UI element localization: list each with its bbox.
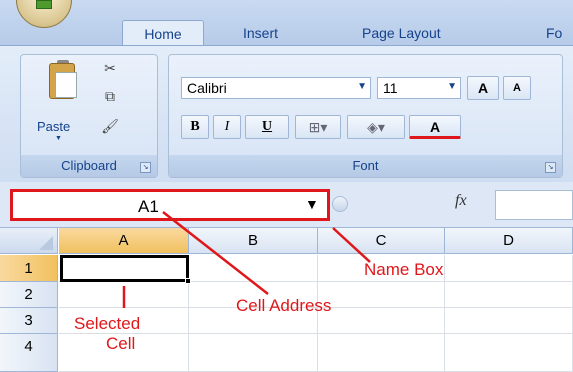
font-color-button[interactable]: A	[409, 115, 461, 139]
ribbon-body: Paste ▼ ✂ ⧉ 🖌 Clipboard ↘ Calibri ▼ 11 ▼…	[0, 45, 573, 182]
paste-dropdown-icon[interactable]: ▼	[55, 135, 62, 142]
font-size-value: 11	[383, 80, 398, 96]
font-group: Calibri ▼ 11 ▼ A A B I U ⊞▾ ◈▾ A Font ↘	[168, 54, 563, 178]
column-header-a[interactable]: A	[59, 228, 189, 254]
font-group-label: Font ↘	[169, 155, 562, 177]
borders-button[interactable]: ⊞▾	[295, 115, 341, 139]
copy-icon[interactable]: ⧉	[101, 87, 119, 105]
font-label: Font	[352, 158, 379, 173]
font-name-combo[interactable]: Calibri ▼	[181, 77, 371, 99]
chevron-down-icon[interactable]: ▼	[357, 81, 367, 92]
tab-insert[interactable]: Insert	[243, 20, 278, 46]
clipboard-label: Clipboard	[61, 158, 117, 173]
select-all-button[interactable]	[0, 228, 58, 254]
chevron-down-icon[interactable]: ▼	[305, 196, 319, 212]
underline-button[interactable]: U	[245, 115, 289, 139]
shrink-font-button[interactable]: A	[503, 76, 531, 100]
insert-function-button[interactable]: fx	[455, 192, 467, 210]
office-logo-icon	[36, 0, 52, 9]
cell-c2[interactable]	[318, 282, 445, 308]
row-header-2[interactable]: 2	[0, 282, 58, 308]
formula-input[interactable]	[495, 190, 573, 220]
fill-handle[interactable]	[185, 278, 191, 284]
font-size-combo[interactable]: 11 ▼	[377, 77, 461, 99]
fill-color-button[interactable]: ◈▾	[347, 115, 405, 139]
column-header-b[interactable]: B	[189, 228, 318, 254]
row-header-3[interactable]: 3	[0, 308, 58, 334]
chevron-down-icon[interactable]: ▼	[447, 81, 457, 92]
cell-d2[interactable]	[445, 282, 573, 308]
cell-d3[interactable]	[445, 308, 573, 334]
cut-icon[interactable]: ✂	[101, 59, 119, 77]
ribbon-tab-strip: Home Insert Page Layout Fo	[0, 0, 573, 46]
fill-color-icon: ◈▾	[367, 119, 385, 135]
cell-b1[interactable]	[189, 255, 318, 282]
annotation-selected-cell-1: Selected	[74, 314, 141, 333]
tab-page-layout[interactable]: Page Layout	[362, 20, 441, 46]
font-launcher-icon[interactable]: ↘	[545, 162, 556, 173]
cell-c4[interactable]	[318, 334, 445, 372]
paste-label: Paste	[37, 119, 71, 134]
format-painter-icon[interactable]: 🖌	[101, 117, 119, 135]
cell-d4[interactable]	[445, 334, 573, 372]
annotation-cell-address: Cell Address	[236, 296, 332, 315]
grow-font-button[interactable]: A	[467, 76, 499, 100]
cell-c3[interactable]	[318, 308, 445, 334]
name-box[interactable]: A1 ▼	[10, 189, 330, 221]
cell-d1[interactable]	[445, 255, 573, 282]
formula-circle-icon	[332, 196, 348, 212]
annotation-name-box: Name Box	[364, 260, 444, 279]
column-header-c[interactable]: C	[318, 228, 445, 254]
select-all-icon	[39, 236, 53, 250]
column-header-d[interactable]: D	[445, 228, 573, 254]
tab-formulas[interactable]: Fo	[546, 20, 562, 46]
paste-button[interactable]: Paste ▼	[33, 59, 89, 142]
cell-b4[interactable]	[189, 334, 318, 372]
name-box-value: A1	[138, 197, 159, 216]
annotation-selected-cell-2: Cell	[106, 334, 136, 353]
row-header-4[interactable]: 4	[0, 334, 58, 372]
clipboard-group-label: Clipboard ↘	[21, 155, 157, 177]
selected-cell-border	[60, 255, 191, 284]
row-header-1[interactable]: 1	[0, 255, 58, 282]
formula-bar: A1 ▼ fx	[0, 182, 573, 228]
clipboard-icon	[49, 63, 77, 99]
tab-home[interactable]: Home	[122, 20, 204, 46]
cell-a2[interactable]	[59, 282, 189, 308]
clipboard-group: Paste ▼ ✂ ⧉ 🖌 Clipboard ↘	[20, 54, 158, 178]
borders-icon: ⊞▾	[308, 119, 328, 135]
clipboard-launcher-icon[interactable]: ↘	[140, 162, 151, 173]
italic-button[interactable]: I	[213, 115, 241, 139]
bold-button[interactable]: B	[181, 115, 209, 139]
font-name-value: Calibri	[187, 80, 227, 96]
